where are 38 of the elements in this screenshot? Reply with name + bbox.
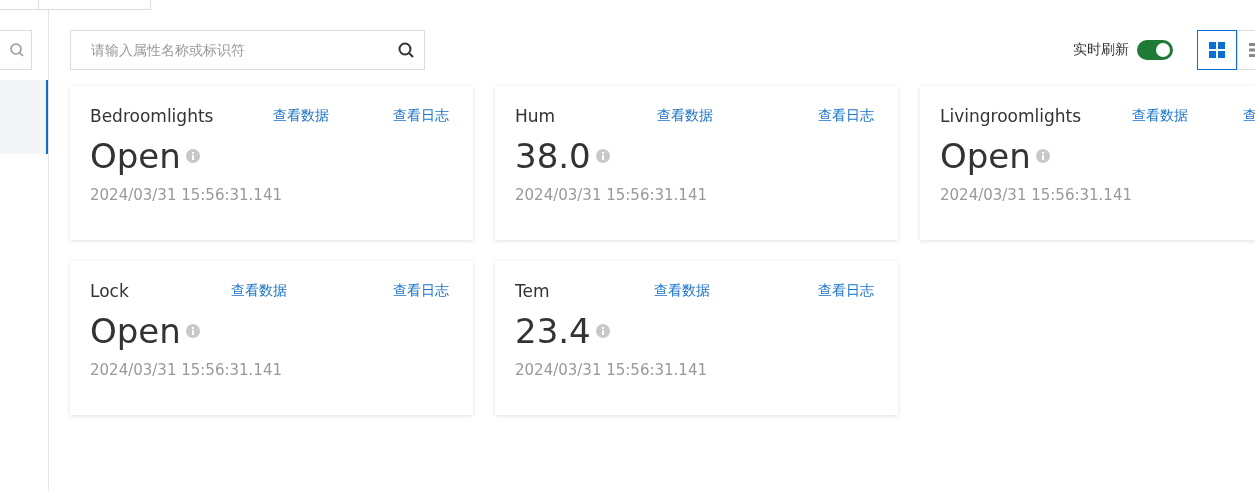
- info-icon: [595, 149, 610, 163]
- link[interactable]: 查看数据: [653, 282, 714, 300]
- property-name: Hum: [515, 106, 556, 126]
- link[interactable]: 查看日志: [393, 107, 453, 125]
- link[interactable]: 查看日志: [818, 282, 878, 300]
- link[interactable]: 查看数据: [1132, 107, 1193, 125]
- grid-icon: [1208, 41, 1226, 59]
- link[interactable]: 查看数据: [273, 107, 334, 125]
- timestamp: 2024/03/31 15:56:31.141: [940, 186, 1133, 204]
- link[interactable]: 查看数据: [656, 107, 717, 125]
- property-name: Lock: [90, 281, 129, 301]
- search-field[interactable]: 请输入属性名称或标识符: [70, 30, 425, 70]
- grid-view-button[interactable]: [1197, 30, 1237, 70]
- search-icon: [9, 42, 25, 58]
- timestamp: 2024/03/31 15:56:31.141: [90, 186, 283, 204]
- search-icon: [397, 41, 415, 59]
- link[interactable]: 查看日志: [393, 282, 453, 300]
- info-icon: [185, 149, 200, 163]
- sidebar-item[interactable]: [0, 80, 48, 154]
- property-name: Tem: [515, 281, 550, 301]
- property-value: Open: [90, 311, 181, 351]
- link[interactable]: 查看数据: [230, 282, 291, 300]
- info-icon: [1035, 149, 1050, 163]
- toggle-switch[interactable]: [1137, 40, 1173, 60]
- property-value: 23.4: [515, 311, 591, 351]
- property-name: Bedroomlights: [90, 106, 214, 126]
- realtime-refresh-label: 实时刷新: [1073, 41, 1129, 59]
- link[interactable]: 查看日志: [818, 107, 878, 125]
- timestamp: 2024/03/31 15:56:31.141: [90, 361, 283, 379]
- info-icon: [185, 324, 200, 338]
- search-field[interactable]: [0, 30, 32, 70]
- property-value: 38.0: [515, 136, 591, 176]
- info-icon: [595, 324, 610, 338]
- property-value: Open: [940, 136, 1031, 176]
- timestamp: 2024/03/31 15:56:31.141: [515, 361, 708, 379]
- property-name: Livingroomlights: [940, 106, 1082, 126]
- property-value: Open: [90, 136, 181, 176]
- timestamp: 2024/03/31 15:56:31.141: [515, 186, 708, 204]
